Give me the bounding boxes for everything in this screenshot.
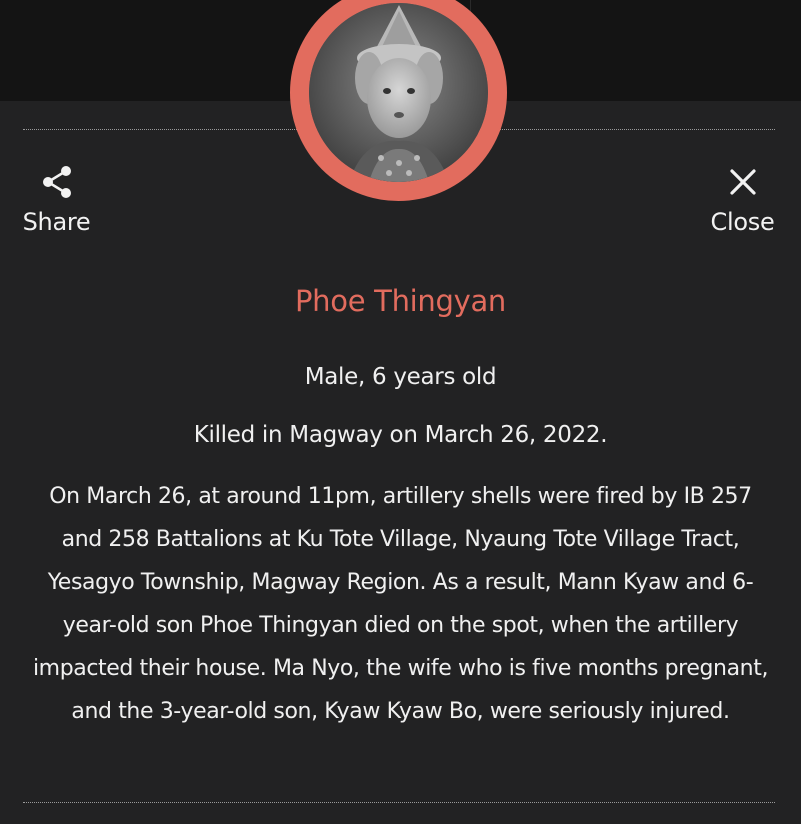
- memorial-modal: Share Close Phoe Thingyan Male, 6 years …: [0, 0, 801, 824]
- share-icon: [37, 162, 77, 202]
- bottom-dotted-divider: [23, 802, 775, 803]
- close-button[interactable]: Close: [705, 162, 780, 236]
- person-name: Phoe Thingyan: [294, 284, 507, 318]
- story-text: On March 26, at around 11pm, artillery s…: [32, 484, 769, 724]
- avatar: [309, 3, 488, 182]
- killed-info: Killed in Magway on March 26, 2022.: [193, 422, 608, 448]
- share-label: Share: [22, 208, 91, 236]
- gender-age: Male, 6 years old: [304, 364, 497, 390]
- close-icon: [723, 162, 763, 202]
- share-button[interactable]: Share: [19, 162, 94, 236]
- close-label: Close: [710, 208, 775, 236]
